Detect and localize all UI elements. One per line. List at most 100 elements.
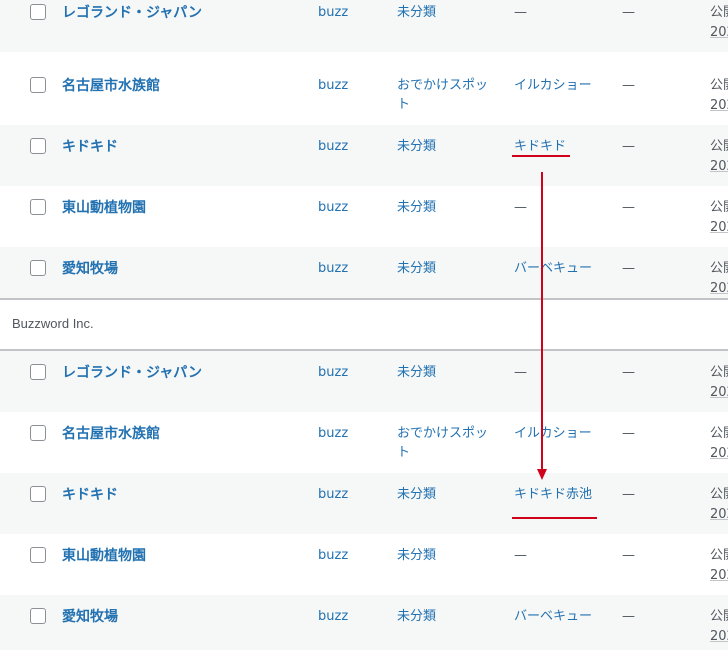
table-row: 東山動植物園 buzz 未分類 — — 公開 202 bbox=[0, 534, 728, 595]
date-cell: 公開 202 bbox=[710, 259, 728, 298]
comments-cell: — bbox=[622, 200, 635, 215]
row-checkbox[interactable] bbox=[30, 425, 46, 441]
date-year: 202 bbox=[710, 25, 728, 40]
status-text: 公開 bbox=[710, 548, 728, 563]
author-link[interactable]: buzz bbox=[318, 137, 348, 156]
comments-cell: — bbox=[622, 609, 635, 624]
category-link[interactable]: おでかけスポット bbox=[397, 76, 488, 114]
table-row: 名古屋市水族館 buzz おでかけスポット イルカショー — 公開 202 bbox=[0, 64, 728, 125]
date-cell: 公開 202 bbox=[710, 76, 728, 116]
post-title-link[interactable]: キドキド bbox=[62, 484, 118, 504]
table-row: キドキド buzz 未分類 キドキド赤池 — 公開 202 bbox=[0, 473, 728, 534]
date-year: 202 bbox=[710, 385, 728, 400]
category-link[interactable]: 未分類 bbox=[397, 137, 436, 156]
status-text: 公開 bbox=[710, 200, 728, 215]
row-checkbox[interactable] bbox=[30, 364, 46, 380]
row-checkbox[interactable] bbox=[30, 547, 46, 563]
author-link[interactable]: buzz bbox=[318, 424, 348, 443]
post-title-link[interactable]: レゴランド・ジャパン bbox=[62, 362, 202, 382]
post-title-link[interactable]: レゴランド・ジャパン bbox=[62, 2, 202, 22]
date-year: 202 bbox=[710, 159, 728, 174]
row-checkbox[interactable] bbox=[30, 4, 46, 20]
author-link[interactable]: buzz bbox=[318, 76, 348, 95]
category-link[interactable]: 未分類 bbox=[397, 607, 436, 626]
date-year: 202 bbox=[710, 281, 728, 296]
date-cell: 公開 202 bbox=[710, 546, 728, 586]
row-checkbox[interactable] bbox=[30, 260, 46, 276]
tag-cell: — bbox=[514, 365, 527, 380]
author-link[interactable]: buzz bbox=[318, 198, 348, 217]
date-year: 202 bbox=[710, 568, 728, 583]
highlight-underline-before bbox=[512, 155, 570, 157]
tag-link[interactable]: イルカショー bbox=[514, 76, 592, 95]
status-text: 公開 bbox=[710, 261, 728, 276]
post-title-link[interactable]: 名古屋市水族館 bbox=[62, 75, 160, 95]
post-title-link[interactable]: 愛知牧場 bbox=[62, 606, 118, 626]
post-title-link[interactable]: 愛知牧場 bbox=[62, 258, 118, 278]
row-checkbox[interactable] bbox=[30, 77, 46, 93]
status-text: 公開 bbox=[710, 139, 728, 154]
status-text: 公開 bbox=[710, 487, 728, 502]
tag-cell: — bbox=[514, 200, 527, 215]
highlight-underline-after bbox=[512, 517, 597, 519]
date-cell: 公開 202 bbox=[710, 363, 728, 403]
row-checkbox[interactable] bbox=[30, 199, 46, 215]
status-text: 公開 bbox=[710, 365, 728, 380]
table-row: レゴランド・ジャパン buzz 未分類 — — 公開 202 bbox=[0, 0, 728, 52]
status-text: 公開 bbox=[710, 5, 728, 20]
status-text: 公開 bbox=[710, 609, 728, 624]
category-link[interactable]: 未分類 bbox=[397, 363, 436, 382]
category-line-1: おでかけスポッ bbox=[397, 426, 489, 441]
date-year: 202 bbox=[710, 446, 728, 461]
author-link[interactable]: buzz bbox=[318, 3, 348, 22]
author-link[interactable]: buzz bbox=[318, 485, 348, 504]
date-cell: 公開 202 bbox=[710, 607, 728, 647]
table-row: レゴランド・ジャパン buzz 未分類 — — 公開 202 bbox=[0, 351, 728, 412]
posts-table-before: レゴランド・ジャパン buzz 未分類 — — 公開 202 名古屋市水族館 bu… bbox=[0, 0, 728, 298]
post-title-link[interactable]: 東山動植物園 bbox=[62, 545, 146, 565]
tag-link-highlighted[interactable]: キドキド赤池 bbox=[514, 485, 592, 504]
category-link[interactable]: 未分類 bbox=[397, 3, 436, 22]
date-cell: 公開 202 bbox=[710, 485, 728, 525]
category-link[interactable]: おでかけスポット bbox=[397, 424, 488, 462]
comments-cell: — bbox=[622, 261, 635, 276]
comments-cell: — bbox=[622, 487, 635, 502]
category-link[interactable]: 未分類 bbox=[397, 198, 436, 217]
row-checkbox[interactable] bbox=[30, 138, 46, 154]
posts-table-after: レゴランド・ジャパン buzz 未分類 — — 公開 202 名古屋市水族館 bu… bbox=[0, 351, 728, 650]
date-year: 202 bbox=[710, 629, 728, 644]
category-link[interactable]: 未分類 bbox=[397, 546, 436, 565]
row-checkbox[interactable] bbox=[30, 486, 46, 502]
post-title-link[interactable]: キドキド bbox=[62, 136, 118, 156]
date-year: 202 bbox=[710, 507, 728, 522]
tag-link[interactable]: イルカショー bbox=[514, 424, 592, 443]
category-line-2: ト bbox=[397, 97, 411, 112]
status-text: 公開 bbox=[710, 426, 728, 441]
date-cell: 公開 202 bbox=[710, 424, 728, 464]
tag-link[interactable]: バーベキュー bbox=[514, 259, 592, 278]
comments-cell: — bbox=[622, 548, 635, 563]
date-cell: 公開 202 bbox=[710, 3, 728, 43]
category-link[interactable]: 未分類 bbox=[397, 485, 436, 504]
date-cell: 公開 202 bbox=[710, 198, 728, 238]
row-checkbox[interactable] bbox=[30, 608, 46, 624]
screenshot-separator: Buzzword Inc. bbox=[0, 298, 728, 351]
author-link[interactable]: buzz bbox=[318, 607, 348, 626]
author-link[interactable]: buzz bbox=[318, 546, 348, 565]
post-title-link[interactable]: 名古屋市水族館 bbox=[62, 423, 160, 443]
comments-cell: — bbox=[622, 365, 635, 380]
date-cell: 公開 202 bbox=[710, 137, 728, 177]
author-link[interactable]: buzz bbox=[318, 259, 348, 278]
date-year: 202 bbox=[710, 98, 728, 113]
tag-cell: — bbox=[514, 548, 527, 563]
tag-link-highlighted[interactable]: キドキド bbox=[514, 137, 566, 156]
author-link[interactable]: buzz bbox=[318, 363, 348, 382]
category-link[interactable]: 未分類 bbox=[397, 259, 436, 278]
table-row: 東山動植物園 buzz 未分類 — — 公開 202 bbox=[0, 186, 728, 247]
comments-cell: — bbox=[622, 139, 635, 154]
post-title-link[interactable]: 東山動植物園 bbox=[62, 197, 146, 217]
tag-link[interactable]: バーベキュー bbox=[514, 607, 592, 626]
comments-cell: — bbox=[622, 78, 635, 93]
table-row: 名古屋市水族館 buzz おでかけスポット イルカショー — 公開 202 bbox=[0, 412, 728, 473]
table-row: 愛知牧場 buzz 未分類 バーベキュー — 公開 202 bbox=[0, 247, 728, 298]
